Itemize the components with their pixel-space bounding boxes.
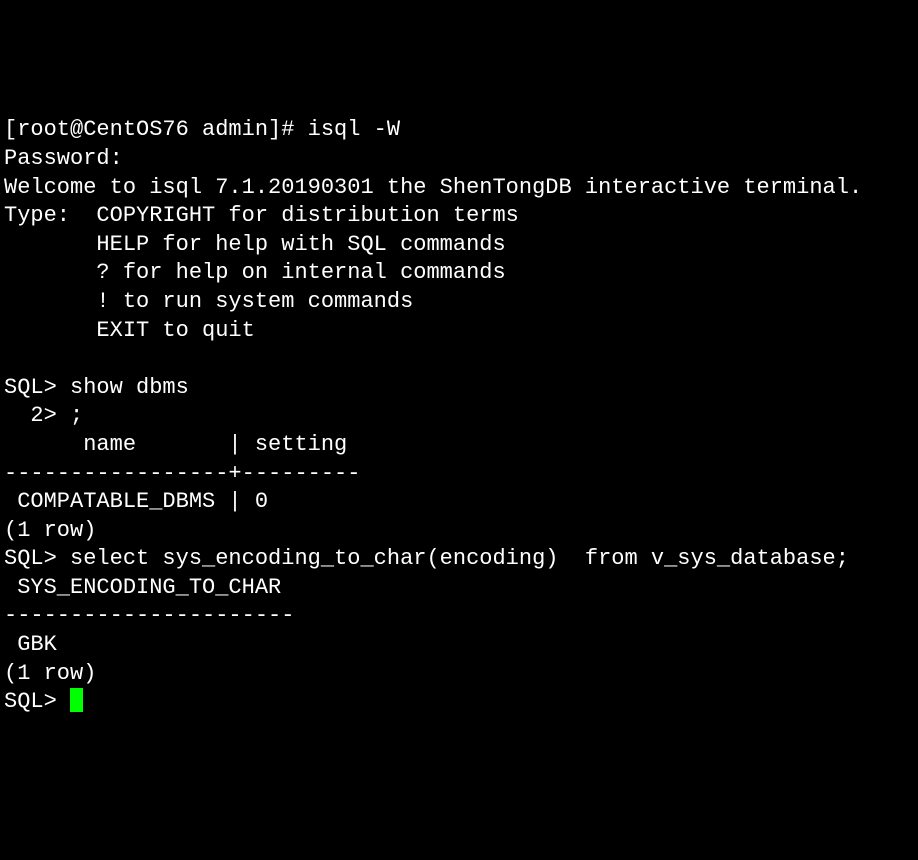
terminal-line: (1 row) [4,661,96,686]
terminal-line: GBK [4,632,57,657]
terminal-line: [root@CentOS76 admin]# isql -W [4,117,400,142]
terminal-line: name | setting [4,432,360,457]
terminal-line: Password: [4,146,123,171]
terminal-line: EXIT to quit [4,318,255,343]
terminal-line: SQL> select sys_encoding_to_char(encodin… [4,546,849,571]
terminal-line: HELP for help with SQL commands [4,232,506,257]
terminal-line: (1 row) [4,518,96,543]
terminal-prompt[interactable]: SQL> [4,689,70,714]
terminal-line: Type: COPYRIGHT for distribution terms [4,203,519,228]
terminal-line: ? for help on internal commands [4,260,506,285]
terminal-line: SQL> show dbms [4,375,189,400]
terminal-line: Welcome to isql 7.1.20190301 the ShenTon… [4,175,862,200]
terminal-line: SYS_ENCODING_TO_CHAR [4,575,294,600]
terminal-line: -----------------+--------- [4,461,360,486]
cursor-icon [70,688,83,712]
terminal-line: COMPATABLE_DBMS | 0 [4,489,268,514]
terminal-output: [root@CentOS76 admin]# isql -W Password:… [4,116,914,716]
terminal-line: ---------------------- [4,603,294,628]
terminal-line: 2> ; [4,403,83,428]
terminal-line: ! to run system commands [4,289,413,314]
